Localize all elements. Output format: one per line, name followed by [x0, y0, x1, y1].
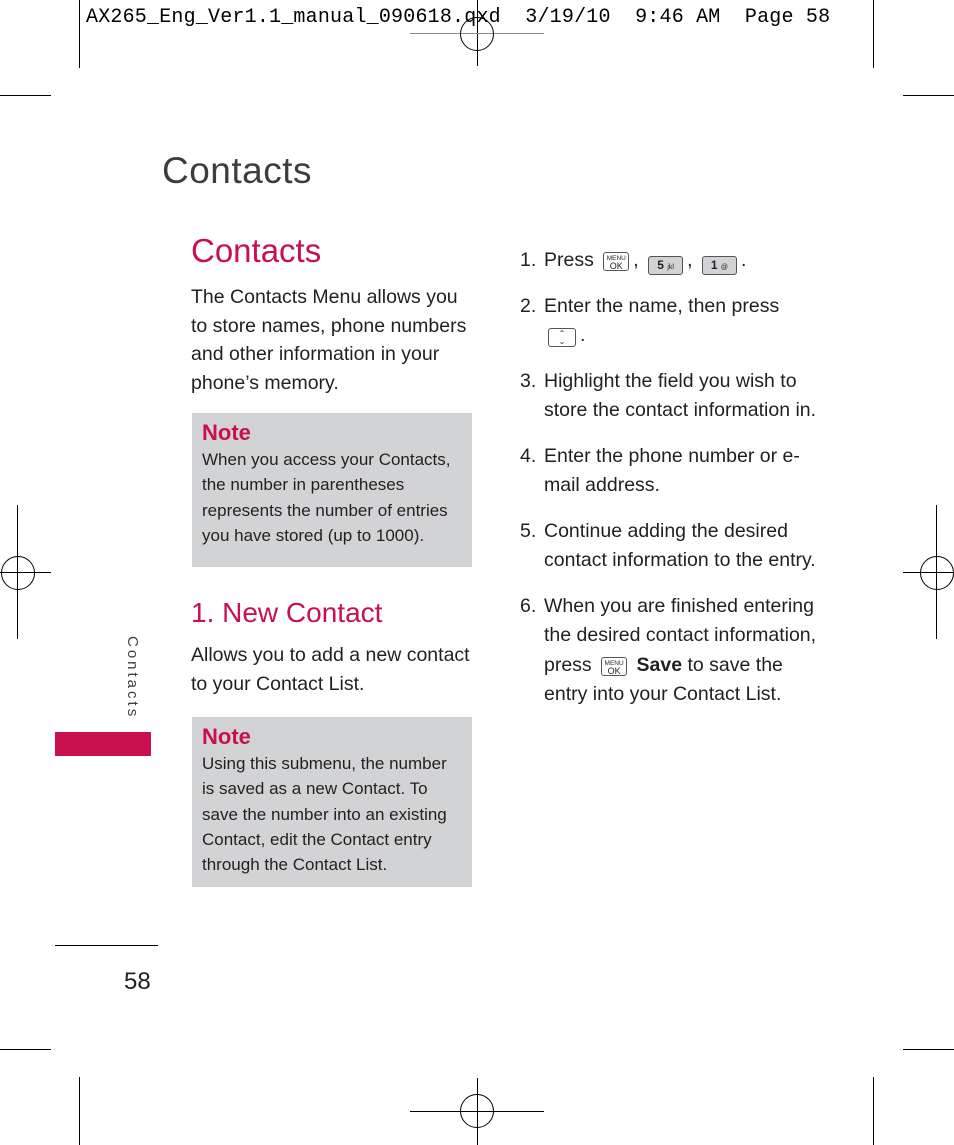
- step-item: 5. Continue adding the desired contact i…: [520, 517, 820, 576]
- crop-mark: [903, 95, 954, 96]
- print-header: AX265_Eng_Ver1.1_manual_090618.qxd 3/19/…: [86, 6, 831, 29]
- separator: .: [740, 249, 747, 271]
- menu-ok-key-icon: MENU OK: [601, 656, 628, 676]
- step-item: 4. Enter the phone number or e-mail addr…: [520, 442, 820, 501]
- step-prefix: Press: [544, 249, 594, 271]
- note-text: Using this submenu, the number is saved …: [202, 754, 447, 875]
- registration-circle: [460, 1094, 494, 1128]
- note-title: Note: [202, 724, 251, 749]
- step-number: 6.: [520, 594, 537, 617]
- step-number: 2.: [520, 294, 537, 317]
- step-number: 4.: [520, 444, 537, 467]
- crop-mark: [0, 95, 51, 96]
- registration-circle: [1, 556, 35, 590]
- step-text: Enter the phone number or e-mail address…: [544, 444, 800, 497]
- step-text: When you are finished entering the desir…: [544, 592, 820, 710]
- subsection-title: 1. New Contact: [191, 597, 383, 628]
- crop-mark: [79, 0, 80, 68]
- separator: ,: [633, 249, 639, 271]
- crop-mark: [79, 1077, 80, 1145]
- running-title: Contacts: [162, 150, 313, 191]
- step-text: Enter the name, then press ⌃ ⌄.: [544, 292, 820, 351]
- side-tab-marker: [55, 732, 151, 756]
- note-box: Note Using this submenu, the number is s…: [192, 717, 472, 887]
- note-box: Note When you access your Contacts, the …: [192, 413, 472, 567]
- page-number-rule: [55, 945, 158, 946]
- step-text: Press MENU OK, 5 jkl, 1 @.: [544, 246, 820, 276]
- step-item: 6. When you are finished entering the de…: [520, 592, 820, 710]
- crop-mark: [873, 1077, 874, 1145]
- section-title: Contacts: [191, 232, 322, 269]
- separator: ,: [687, 249, 693, 271]
- navigation-key-icon: ⌃ ⌄: [548, 328, 576, 347]
- step-item: 3. Highlight the field you wish to store…: [520, 367, 820, 426]
- section-intro: The Contacts Menu allows you to store na…: [191, 286, 467, 394]
- step-text-content: Enter the name, then press: [544, 294, 780, 317]
- side-tab-label: Contacts: [124, 636, 141, 720]
- steps-list: 1. Press MENU OK, 5 jkl, 1 @. 2. Enter th…: [520, 246, 820, 726]
- note-title: Note: [202, 420, 251, 445]
- step-number: 1.: [520, 249, 537, 271]
- registration-circle: [460, 17, 494, 51]
- registration-circle: [920, 556, 954, 590]
- step-number: 5.: [520, 519, 537, 542]
- crop-mark: [0, 1049, 51, 1050]
- page-number: 58: [124, 968, 151, 995]
- note-text: When you access your Contacts, the numbe…: [202, 450, 451, 545]
- step-text: Continue adding the desired contact info…: [544, 519, 816, 572]
- step-number: 3.: [520, 369, 537, 392]
- step-item: 1. Press MENU OK, 5 jkl, 1 @.: [520, 246, 820, 276]
- crop-mark: [903, 1049, 954, 1050]
- step-text: Highlight the field you wish to store th…: [544, 369, 817, 422]
- key-1-icon: 1 @: [701, 256, 737, 275]
- separator: .: [580, 324, 586, 346]
- key-5-icon: 5 jkl: [648, 256, 684, 275]
- crop-mark: [873, 0, 874, 68]
- save-softkey-label: Save: [636, 653, 683, 676]
- step-item: 2. Enter the name, then press ⌃ ⌄.: [520, 292, 820, 351]
- subsection-intro: Allows you to add a new contact to your …: [191, 644, 470, 695]
- menu-ok-key-icon: MENU OK: [603, 252, 630, 271]
